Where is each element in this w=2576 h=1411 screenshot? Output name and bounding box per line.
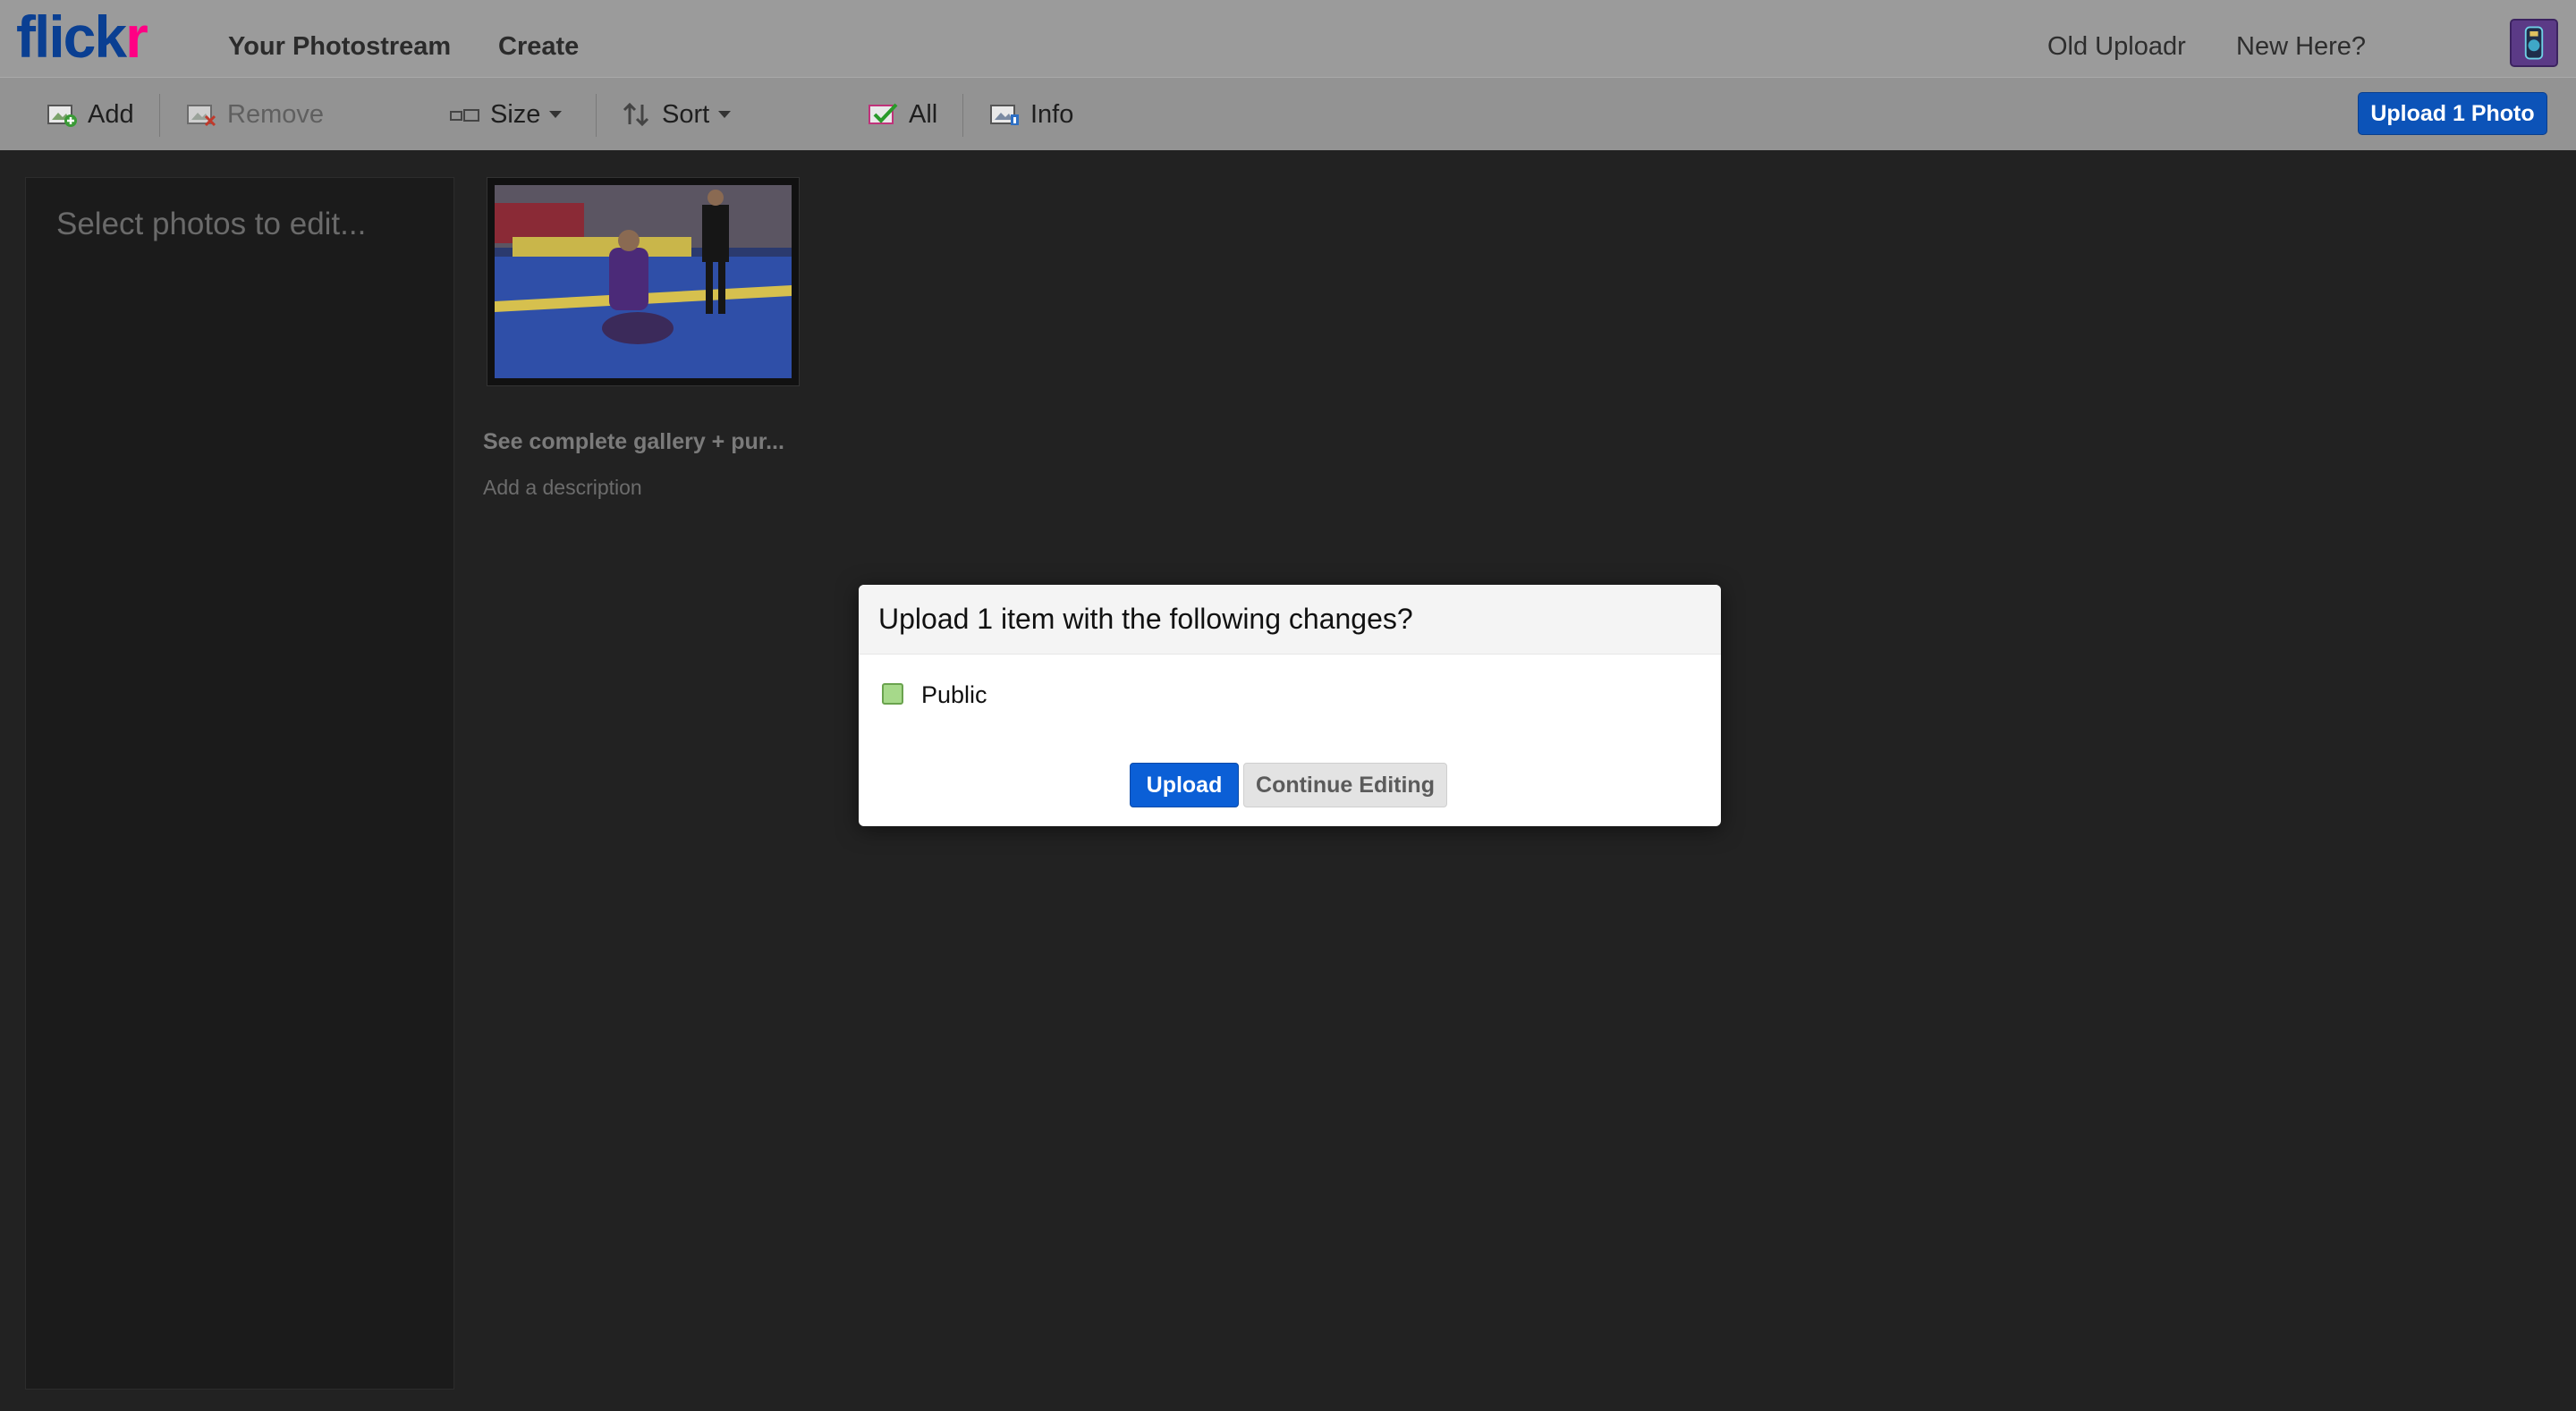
continue-editing-button[interactable]: Continue Editing	[1243, 763, 1447, 807]
dialog-header: Upload 1 item with the following changes…	[859, 585, 1721, 655]
upload-confirm-dialog: Upload 1 item with the following changes…	[859, 585, 1721, 826]
public-swatch-icon	[882, 683, 903, 705]
permission-label: Public	[921, 681, 987, 708]
dialog-title: Upload 1 item with the following changes…	[878, 603, 1413, 635]
confirm-upload-button[interactable]: Upload	[1130, 763, 1239, 807]
